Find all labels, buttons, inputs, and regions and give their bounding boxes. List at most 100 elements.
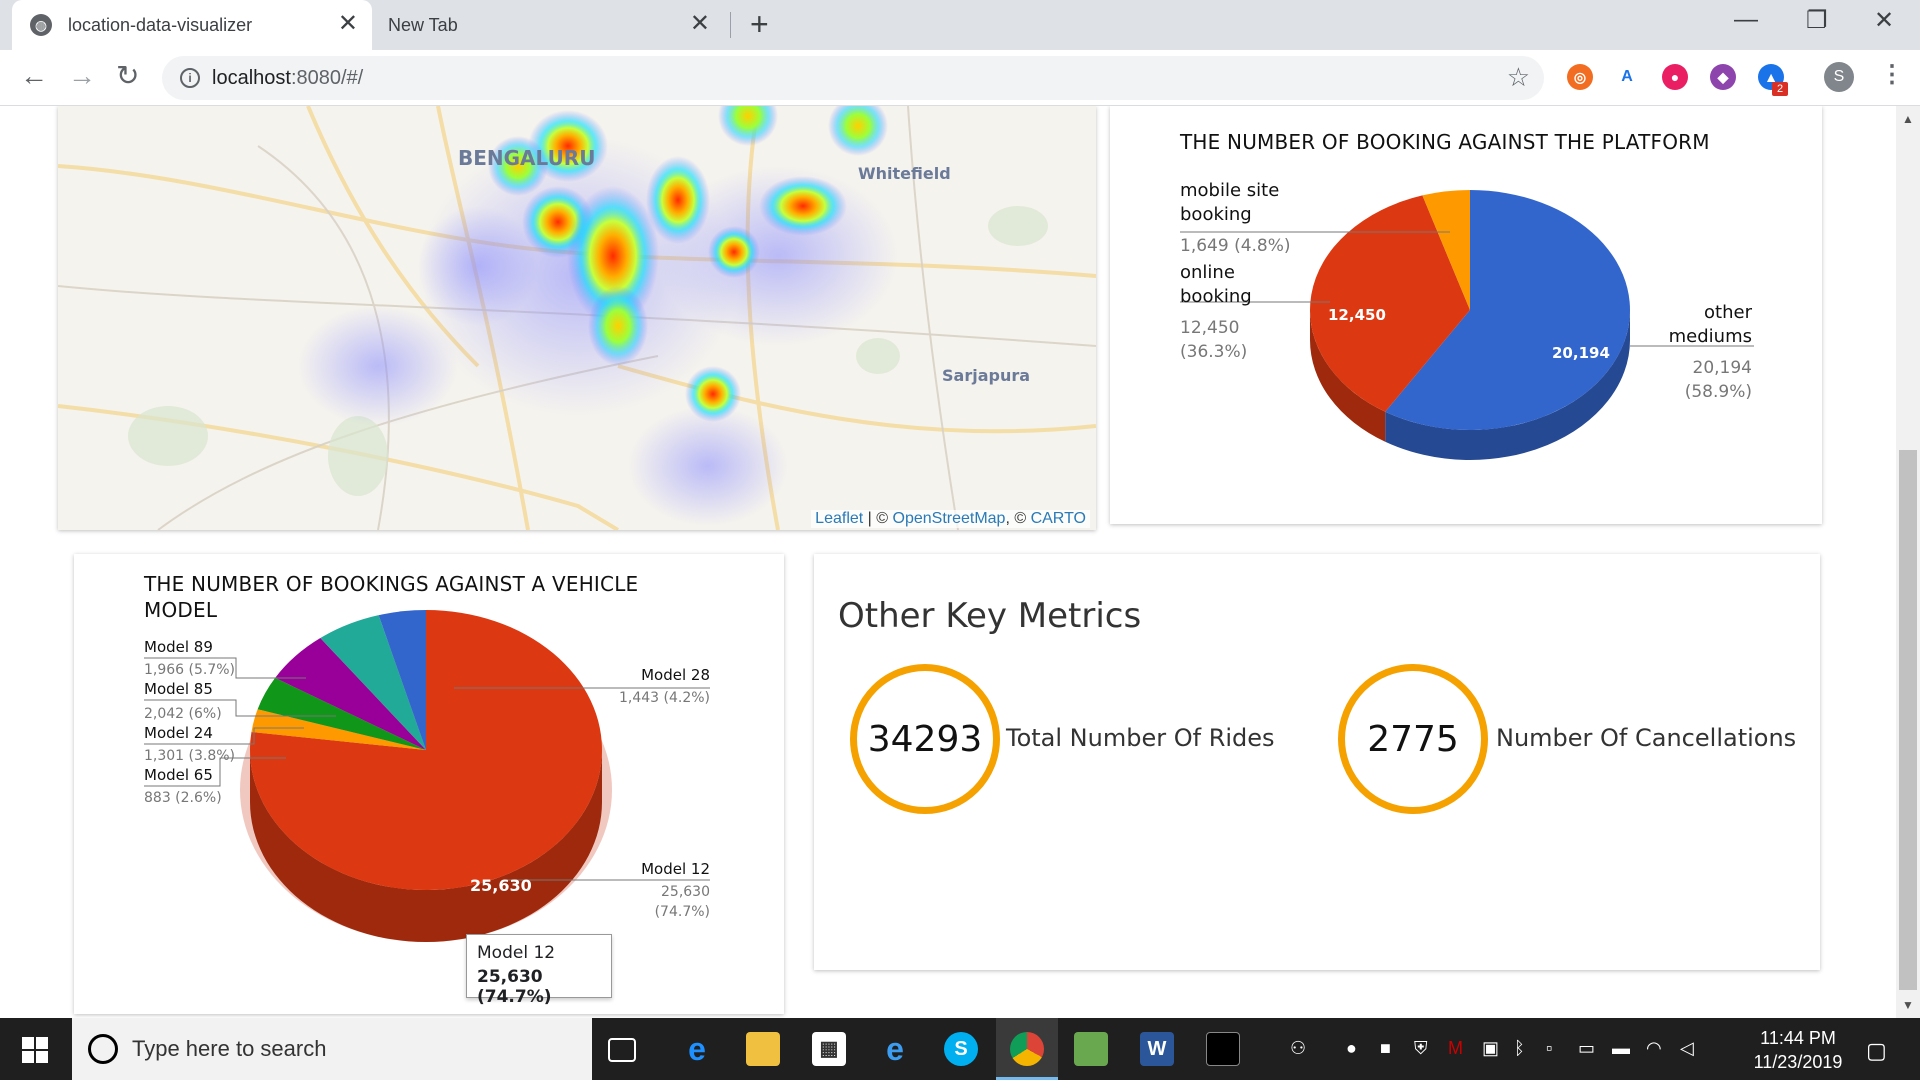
slice-label-online: 12,450 <box>1328 306 1386 324</box>
cancellations-count-ring: 2775 <box>1338 664 1488 814</box>
label-model-24: Model 24 <box>144 724 213 742</box>
heatmap-card[interactable]: BENGALURU Whitefield Sarjapura Leaflet |… <box>58 106 1096 530</box>
extension-icon[interactable]: A <box>1614 64 1640 90</box>
url-text[interactable]: localhost:8080/#/ <box>212 67 363 90</box>
value-model-12: 25,630 <box>661 884 710 900</box>
close-tab-icon[interactable]: ✕ <box>690 12 710 36</box>
scroll-down-icon[interactable]: ▼ <box>1902 998 1914 1012</box>
value-other-mediums-pct: (58.9%) <box>1684 382 1752 402</box>
profile-avatar[interactable]: S <box>1824 62 1854 92</box>
label-mobile-site: mobile site <box>1180 180 1280 201</box>
battery-icon[interactable]: ▬ <box>1612 1038 1630 1059</box>
vehicle-pie-chart[interactable] <box>74 554 784 1014</box>
notifications-icon[interactable]: ▢ <box>1866 1038 1887 1064</box>
mcafee-icon[interactable]: M <box>1448 1038 1463 1059</box>
value-online-pct: (36.3%) <box>1180 342 1248 362</box>
globe-icon: ◍ <box>30 14 52 36</box>
extension-icon[interactable]: ◎ <box>1567 64 1593 90</box>
clock-date: 11/23/2019 <box>1753 1052 1843 1072</box>
value-model-89: 1,966 (5.7%) <box>144 662 236 678</box>
rides-count-ring: 34293 <box>850 664 1000 814</box>
carto-link[interactable]: CARTO <box>1031 510 1086 527</box>
task-view-icon[interactable] <box>608 1038 636 1062</box>
scrollbar-thumb[interactable] <box>1899 450 1917 990</box>
new-tab-button[interactable]: + <box>750 8 769 40</box>
edge-icon[interactable]: e <box>680 1032 714 1066</box>
tray-app-icon[interactable]: ■ <box>1380 1038 1391 1059</box>
leaflet-link[interactable]: Leaflet <box>815 510 863 527</box>
restore-button[interactable]: ❐ <box>1806 6 1828 35</box>
rides-label: Total Number Of Rides <box>1006 724 1275 752</box>
chrome-icon[interactable] <box>1010 1032 1044 1066</box>
tray-display-icon[interactable]: ▭ <box>1578 1038 1595 1059</box>
label-mobile-site: booking <box>1180 204 1252 225</box>
tooltip-title: Model 12 <box>477 943 556 963</box>
search-placeholder: Type here to search <box>132 1036 327 1061</box>
close-window-button[interactable]: ✕ <box>1874 6 1894 35</box>
taskbar-search-box[interactable]: Type here to search <box>72 1018 592 1080</box>
file-explorer-icon[interactable] <box>746 1032 780 1066</box>
info-icon[interactable]: i <box>180 68 200 88</box>
value-model-12-pct: (74.7%) <box>654 904 710 920</box>
label-model-12: Model 12 <box>641 860 710 878</box>
page-scrollbar[interactable]: ▲ ▼ <box>1896 106 1920 1018</box>
openstreetmap-link[interactable]: OpenStreetMap <box>893 510 1006 527</box>
value-model-24: 1,301 (3.8%) <box>144 748 236 764</box>
word-icon[interactable]: W <box>1140 1032 1174 1066</box>
forward-button[interactable]: → <box>68 62 96 90</box>
tray-misc-icon[interactable]: ▫ <box>1546 1038 1552 1059</box>
wifi-icon[interactable]: ◠ <box>1646 1038 1662 1059</box>
extension-icon[interactable]: ◆ <box>1710 64 1736 90</box>
taskbar-clock[interactable]: 11:44 PM 11/23/2019 <box>1738 1026 1858 1074</box>
bluetooth-icon[interactable]: ᛒ <box>1514 1038 1525 1059</box>
key-metrics-card: Other Key Metrics 34293 Total Number Of … <box>814 554 1820 970</box>
minimize-button[interactable]: — <box>1734 6 1758 34</box>
value-mobile-site: 1,649 (4.8%) <box>1180 236 1291 256</box>
internet-explorer-icon[interactable]: e <box>878 1032 912 1066</box>
value-model-65: 883 (2.6%) <box>144 790 222 806</box>
volume-icon[interactable]: ◁ <box>1680 1038 1694 1059</box>
chart-tooltip: Model 12 25,630 (74.7%) <box>466 934 612 1007</box>
skype-icon[interactable]: S <box>944 1032 978 1066</box>
label-model-89: Model 89 <box>144 638 213 656</box>
address-bar[interactable]: i localhost:8080/#/ ☆ <box>162 56 1544 100</box>
value-model-28: 1,443 (4.2%) <box>618 690 710 706</box>
reload-button[interactable]: ↻ <box>116 62 139 90</box>
tab-location-data-visualizer[interactable]: ◍ location-data-visualizer ✕ <box>12 0 372 50</box>
windows-start-icon[interactable] <box>22 1037 48 1063</box>
back-button[interactable]: ← <box>20 62 48 90</box>
tab-title: New Tab <box>388 14 458 35</box>
people-icon[interactable]: ⚇ <box>1290 1038 1306 1059</box>
label-other-mediums: other <box>1704 302 1752 323</box>
tab-separator <box>730 12 731 38</box>
label-online: online <box>1180 262 1235 283</box>
store-icon[interactable]: ▦ <box>812 1032 846 1066</box>
slice-label-other: 20,194 <box>1552 344 1610 362</box>
extension-icon[interactable]: ● <box>1662 64 1688 90</box>
label-online: booking <box>1180 286 1252 307</box>
tab-title: location-data-visualizer <box>68 14 253 35</box>
metrics-title: Other Key Metrics <box>838 596 1142 636</box>
slice-label-model-12: 25,630 <box>470 876 532 895</box>
tray-network-icon[interactable]: ▣ <box>1482 1038 1499 1059</box>
value-other-mediums: 20,194 <box>1692 358 1752 378</box>
app-icon[interactable] <box>1074 1032 1108 1066</box>
label-other-mediums: mediums <box>1668 326 1752 347</box>
label-model-28: Model 28 <box>641 666 710 684</box>
tray-chrome-icon[interactable]: ● <box>1346 1038 1357 1059</box>
label-model-85: Model 85 <box>144 680 213 698</box>
scroll-up-icon[interactable]: ▲ <box>1902 112 1914 126</box>
map-label-sarjapura: Sarjapura <box>942 366 1031 385</box>
terminal-icon[interactable] <box>1206 1032 1240 1066</box>
map-attribution: Leaflet | © OpenStreetMap, © CARTO <box>811 510 1090 528</box>
menu-icon[interactable]: ⋮ <box>1880 60 1904 89</box>
bookmark-star-icon[interactable]: ☆ <box>1507 62 1530 93</box>
map-label-whitefield: Whitefield <box>858 164 951 183</box>
clock-time: 11:44 PM <box>1760 1028 1836 1048</box>
page-content: BENGALURU Whitefield Sarjapura Leaflet |… <box>0 106 1920 1018</box>
tray-shield-icon[interactable]: ⛨ <box>1414 1038 1428 1059</box>
cortana-icon <box>88 1034 118 1064</box>
tooltip-value: 25,630 (74.7%) <box>477 967 552 1007</box>
close-tab-icon[interactable]: ✕ <box>338 12 358 36</box>
tab-new-tab[interactable]: New Tab ✕ <box>374 0 724 50</box>
